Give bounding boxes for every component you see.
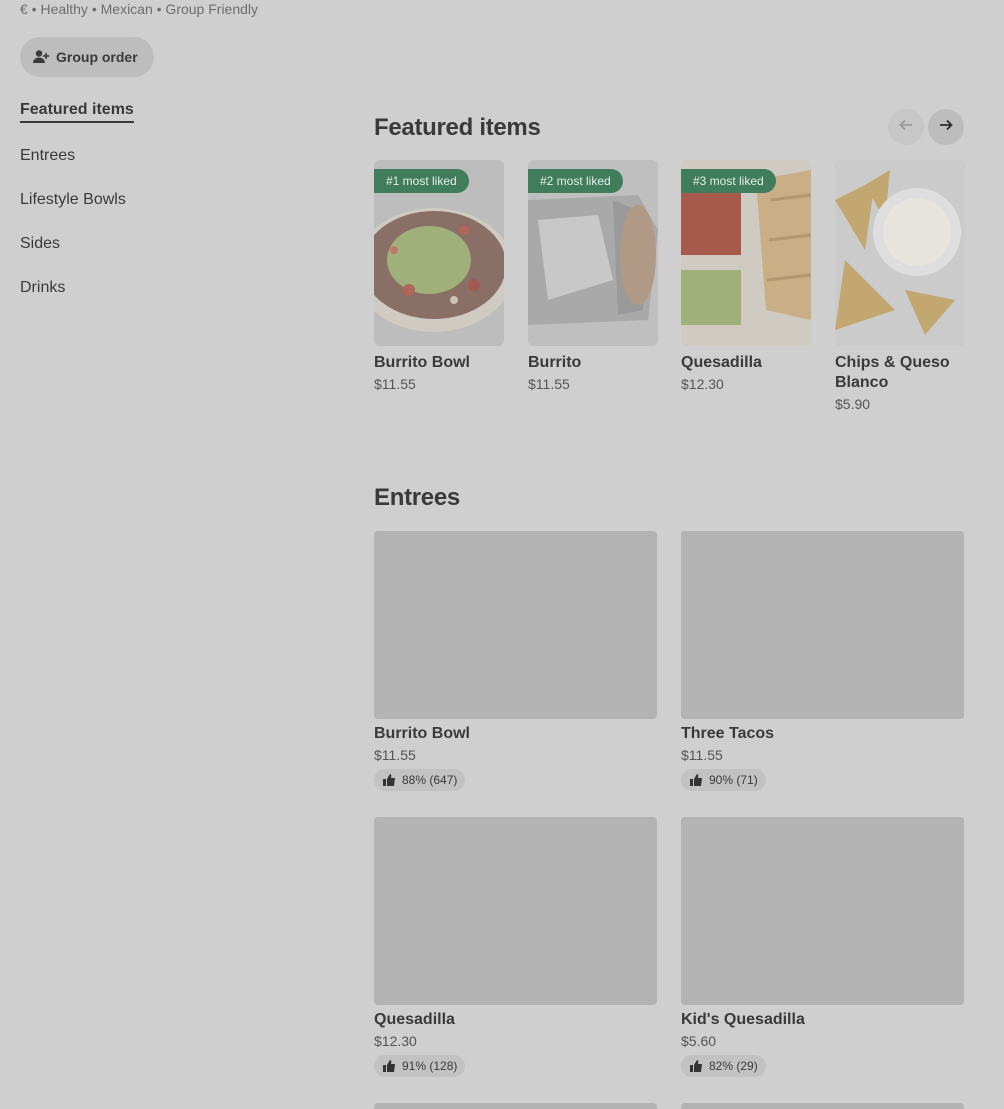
most-liked-badge: #2 most liked <box>528 169 623 193</box>
nav-item-entrees[interactable]: Entrees <box>20 146 75 166</box>
featured-item-name: Burrito Bowl <box>374 354 470 371</box>
thumbs-up-icon <box>689 773 703 787</box>
burrito-bowl-photo: #1 most liked <box>374 160 504 346</box>
arrow-right-icon <box>938 117 954 138</box>
featured-item-card[interactable]: #2 most liked Burrito $11.55 <box>528 160 658 393</box>
group-order-button[interactable]: Group order <box>20 37 154 77</box>
featured-item-card[interactable]: #1 most liked Burrito Bowl $11.55 <box>374 160 504 393</box>
store-meta: € • Healthy • Mexican • Group Friendly <box>20 1 259 17</box>
featured-item-card[interactable]: #3 most liked Quesadilla $12.30 <box>681 160 811 393</box>
entree-price: $5.60 <box>681 1033 717 1049</box>
featured-item-price: $11.55 <box>374 376 416 392</box>
most-liked-badge: #1 most liked <box>374 169 469 193</box>
nav-item-featured[interactable]: Featured items <box>20 100 134 123</box>
featured-item-name: Quesadilla <box>681 354 762 371</box>
entrees-title: Entrees <box>374 484 460 511</box>
featured-item-price: $12.30 <box>681 376 724 392</box>
carousel-prev-button[interactable] <box>888 109 924 145</box>
most-liked-badge: #3 most liked <box>681 169 776 193</box>
entree-image-placeholder <box>374 817 657 1005</box>
featured-item-price: $11.55 <box>528 376 570 392</box>
entree-price: $11.55 <box>374 747 416 763</box>
entree-item-card[interactable]: Quesadilla $12.30 91% (128) <box>374 817 657 1078</box>
quesadilla-photo: #3 most liked <box>681 160 811 346</box>
rating-badge: 88% (647) <box>374 769 466 791</box>
entree-image-placeholder <box>681 531 964 719</box>
rating-badge: 90% (71) <box>681 769 766 791</box>
rating-text: 91% (128) <box>402 1059 458 1073</box>
arrow-left-icon <box>898 117 914 138</box>
nav-item-drinks[interactable]: Drinks <box>20 278 65 298</box>
entree-name: Burrito Bowl <box>374 725 470 742</box>
entree-name: Quesadilla <box>374 1011 455 1028</box>
carousel-next-button[interactable] <box>928 109 964 145</box>
entree-price: $11.55 <box>681 747 723 763</box>
entree-image-placeholder <box>374 531 657 719</box>
featured-item-name: Burrito <box>528 354 582 371</box>
entree-item-card[interactable]: Burrito Bowl $11.55 88% (647) <box>374 531 657 792</box>
entree-item-card[interactable]: Kid's Quesadilla $5.60 82% (29) <box>681 817 964 1078</box>
group-order-label: Group order <box>56 49 138 65</box>
nav-item-lifestyle-bowls[interactable]: Lifestyle Bowls <box>20 190 126 210</box>
rating-badge: 91% (128) <box>374 1055 466 1077</box>
burrito-photo: #2 most liked <box>528 160 658 346</box>
featured-item-name: Chips & Queso Blanco <box>835 354 950 391</box>
entree-name: Three Tacos <box>681 725 775 742</box>
thumbs-up-icon <box>382 773 396 787</box>
entree-image-placeholder <box>681 817 964 1005</box>
featured-item-price: $5.90 <box>835 396 871 412</box>
entree-image-placeholder[interactable] <box>681 1103 964 1109</box>
chips-queso-photo <box>835 160 965 346</box>
rating-text: 90% (71) <box>709 773 758 787</box>
featured-item-card[interactable]: Chips & Queso Blanco $5.90 <box>835 160 965 413</box>
featured-title: Featured items <box>374 114 541 141</box>
rating-text: 82% (29) <box>709 1059 758 1073</box>
thumbs-up-icon <box>382 1059 396 1073</box>
nav-item-sides[interactable]: Sides <box>20 234 60 254</box>
thumbs-up-icon <box>689 1059 703 1073</box>
entree-image-placeholder[interactable] <box>374 1103 657 1109</box>
rating-text: 88% (647) <box>402 773 458 787</box>
entree-price: $12.30 <box>374 1033 417 1049</box>
person-add-icon <box>32 48 50 66</box>
entree-item-card[interactable]: Three Tacos $11.55 90% (71) <box>681 531 964 792</box>
entree-name: Kid's Quesadilla <box>681 1011 805 1028</box>
rating-badge: 82% (29) <box>681 1055 766 1077</box>
